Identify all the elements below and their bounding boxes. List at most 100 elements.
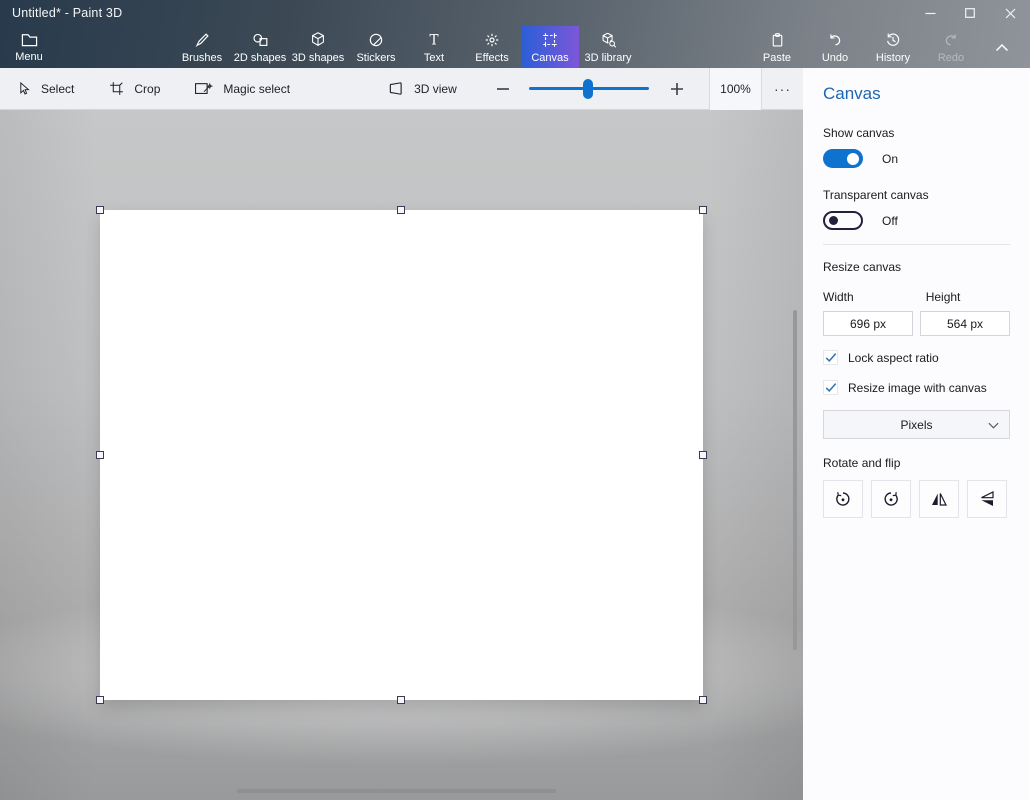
tab-stickers[interactable]: Stickers [347, 26, 405, 68]
canvas-handle-w[interactable] [96, 451, 104, 459]
action-label: Paste [763, 52, 791, 64]
menu-folder-icon [20, 31, 39, 48]
more-options-button[interactable]: ··· [762, 68, 803, 110]
text-icon: T [425, 31, 443, 49]
close-button[interactable] [990, 0, 1030, 26]
checkmark-icon [825, 352, 837, 363]
tab-label: 3D shapes [292, 52, 345, 64]
crop-icon [108, 80, 125, 97]
height-label: Height [926, 290, 961, 304]
paste-button[interactable]: Paste [748, 26, 806, 68]
vertical-scrollbar[interactable] [793, 310, 797, 650]
zoom-out-button[interactable] [495, 81, 511, 97]
action-label: Undo [822, 52, 848, 64]
minimize-button[interactable] [910, 0, 950, 26]
maximize-button[interactable] [950, 0, 990, 26]
zoom-value: 100% [720, 82, 751, 96]
resize-image-checkbox[interactable] [823, 380, 838, 395]
action-label: History [876, 52, 910, 64]
tab-3d-shapes[interactable]: 3D shapes [289, 26, 347, 68]
3d-shapes-icon [309, 30, 327, 49]
menu-label: Menu [15, 51, 43, 63]
toggle-knob [847, 153, 859, 165]
redo-icon [942, 31, 960, 49]
panel-title: Canvas [823, 84, 1010, 104]
crop-label: Crop [134, 82, 160, 96]
zoom-in-button[interactable] [669, 81, 685, 97]
tab-label: Text [424, 52, 444, 64]
chevron-down-icon [987, 419, 1000, 432]
resize-image-label: Resize image with canvas [848, 381, 987, 395]
lock-aspect-ratio-row[interactable]: Lock aspect ratio [823, 350, 1010, 365]
flip-horizontal-button[interactable] [919, 480, 959, 518]
panel-divider [823, 244, 1010, 245]
ellipsis-icon: ··· [774, 81, 791, 97]
3d-view-button[interactable]: 3D view [386, 81, 457, 96]
2d-shapes-icon [251, 31, 270, 49]
canvas-handle-s[interactable] [397, 696, 405, 704]
flip-vertical-button[interactable] [967, 480, 1007, 518]
canvas-handle-n[interactable] [397, 206, 405, 214]
action-label: Redo [938, 52, 964, 64]
lock-aspect-checkbox[interactable] [823, 350, 838, 365]
tab-text[interactable]: T Text [405, 26, 463, 68]
checkmark-icon [825, 382, 837, 393]
tab-3d-library[interactable]: 3D library [579, 26, 637, 68]
plus-icon [669, 81, 685, 97]
rotate-right-button[interactable] [871, 480, 911, 518]
tab-label: Canvas [531, 52, 568, 64]
tab-brushes[interactable]: Brushes [173, 26, 231, 68]
show-canvas-label: Show canvas [823, 126, 1010, 140]
3d-library-icon [599, 31, 618, 49]
title-bar: Untitled* - Paint 3D [0, 0, 1030, 26]
3d-view-label: 3D view [414, 82, 457, 96]
collapse-ribbon-button[interactable] [980, 26, 1024, 68]
zoom-percentage-button[interactable]: 100% [709, 68, 762, 110]
ribbon-actions: Paste Undo [748, 26, 1024, 68]
select-tool-button[interactable]: Select [16, 80, 74, 97]
height-input[interactable] [920, 311, 1010, 336]
lock-aspect-label: Lock aspect ratio [848, 351, 939, 365]
drawing-canvas[interactable] [100, 210, 703, 700]
tab-2d-shapes[interactable]: 2D shapes [231, 26, 289, 68]
rotate-left-icon [833, 489, 853, 509]
units-dropdown[interactable]: Pixels [823, 410, 1010, 439]
resize-image-row[interactable]: Resize image with canvas [823, 380, 1010, 395]
canvas-handle-ne[interactable] [699, 206, 707, 214]
transparent-canvas-label: Transparent canvas [823, 188, 1010, 202]
zoom-slider[interactable] [529, 87, 649, 90]
rotate-left-button[interactable] [823, 480, 863, 518]
canvas-handle-sw[interactable] [96, 696, 104, 704]
canvas-handle-e[interactable] [699, 451, 707, 459]
effects-icon [483, 31, 501, 49]
width-input[interactable] [823, 311, 913, 336]
history-button[interactable]: History [864, 26, 922, 68]
transparent-canvas-toggle[interactable] [823, 211, 863, 230]
window-controls [910, 0, 1030, 26]
undo-icon [826, 31, 844, 49]
tab-label: 2D shapes [234, 52, 287, 64]
workspace[interactable] [0, 110, 803, 800]
rotate-right-icon [881, 489, 901, 509]
paste-icon [769, 31, 786, 49]
chevron-up-icon [995, 43, 1009, 52]
minimize-icon [925, 8, 936, 19]
undo-button[interactable]: Undo [806, 26, 864, 68]
flip-vertical-icon [977, 489, 997, 509]
canvas-handle-se[interactable] [699, 696, 707, 704]
menu-button[interactable]: Menu [0, 26, 58, 68]
3d-view-icon [386, 81, 405, 96]
zoom-slider-thumb[interactable] [583, 79, 593, 99]
tool-options-bar: Select Crop Magic select 3D view 100% ··… [0, 68, 803, 110]
sticker-icon [367, 31, 385, 49]
redo-button[interactable]: Redo [922, 26, 980, 68]
rotate-flip-label: Rotate and flip [823, 456, 1010, 470]
svg-text:T: T [429, 32, 438, 48]
canvas-handle-nw[interactable] [96, 206, 104, 214]
show-canvas-toggle[interactable] [823, 149, 863, 168]
magic-select-button[interactable]: Magic select [194, 81, 290, 97]
horizontal-scrollbar[interactable] [237, 789, 556, 793]
tab-canvas[interactable]: Canvas [521, 26, 579, 68]
crop-tool-button[interactable]: Crop [108, 80, 160, 97]
tab-effects[interactable]: Effects [463, 26, 521, 68]
